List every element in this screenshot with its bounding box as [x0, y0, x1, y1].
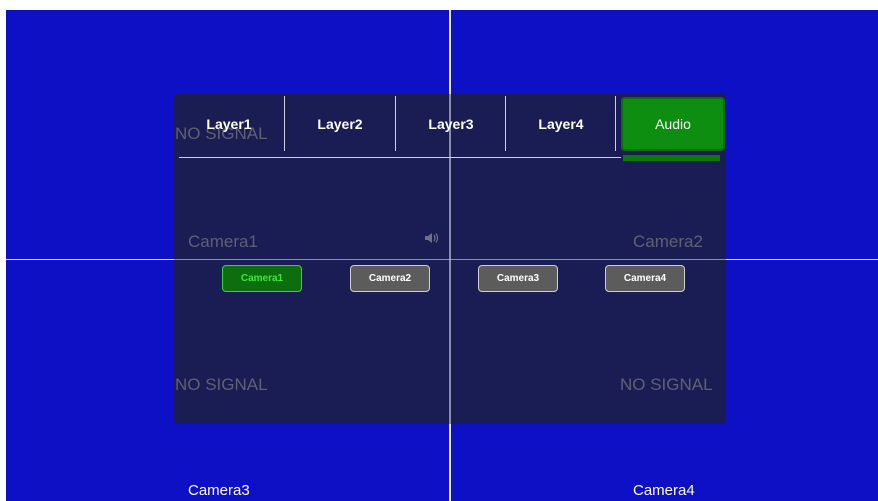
no-signal-text: NO SIGNAL	[175, 375, 268, 394]
tab-layer2[interactable]: Layer2	[285, 96, 395, 152]
tab-layer4[interactable]: Layer4	[506, 96, 616, 152]
audio-source-camera3-button[interactable]: Camera3	[478, 265, 558, 292]
active-tab-indicator	[623, 155, 720, 161]
audio-source-camera1-button[interactable]: Camera1	[222, 265, 302, 292]
audio-source-camera2-button[interactable]: Camera2	[350, 265, 430, 292]
no-signal-text: NO SIGNAL	[620, 375, 713, 394]
tab-bar: Layer1 Layer2 Layer3 Layer4 Audio	[174, 96, 726, 156]
camera3-label: Camera3	[188, 482, 250, 499]
settings-panel: NO SIGNAL Camera1 Camera2 NO SIGNAL NO S…	[174, 94, 726, 424]
camera4-label: Camera4	[633, 482, 695, 499]
tab-layer3[interactable]: Layer3	[396, 96, 506, 152]
audio-source-camera4-button[interactable]: Camera4	[605, 265, 685, 292]
tab-separator	[615, 96, 616, 151]
camera1-ghost-label: Camera1	[188, 232, 258, 251]
panel-divider-horizontal	[174, 259, 726, 260]
speaker-icon	[425, 233, 439, 243]
tab-layer1[interactable]: Layer1	[174, 96, 284, 152]
tab-audio[interactable]: Audio	[621, 97, 725, 151]
tab-underline	[179, 157, 621, 158]
video-wall: Camera3 Camera4 NO SIGNAL Camera1 Camera…	[6, 10, 878, 501]
camera2-ghost-label: Camera2	[633, 232, 703, 251]
